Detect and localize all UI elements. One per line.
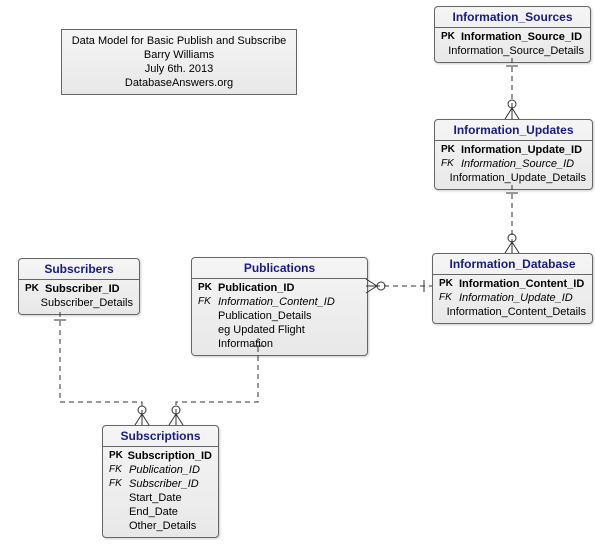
attribute-row: Information_Source_Details	[439, 44, 586, 58]
attribute-row: FKInformation_Source_ID	[439, 157, 588, 171]
info-line: Data Model for Basic Publish and Subscri…	[70, 34, 288, 48]
attribute-name: Subscription_ID	[128, 449, 212, 463]
attribute-key	[198, 323, 218, 351]
attribute-key	[441, 171, 450, 185]
attribute-key: PK	[109, 449, 128, 463]
attribute-name: Subscriber_ID	[129, 477, 212, 491]
attribute-key: PK	[439, 277, 459, 291]
attribute-key: PK	[198, 281, 218, 295]
entity-title: Publications	[192, 258, 367, 279]
attribute-row: Information_Content_Details	[437, 305, 588, 319]
attribute-name: Information_Source_ID	[461, 30, 584, 44]
entity-subscribers: Subscribers PKSubscriber_IDSubscriber_De…	[18, 258, 140, 315]
attribute-row: PKInformation_Update_ID	[439, 143, 588, 157]
attribute-key: FK	[198, 295, 218, 309]
attribute-key	[441, 44, 448, 58]
attribute-row: FKInformation_Update_ID	[437, 291, 588, 305]
entity-information-sources: Information_Sources PKInformation_Source…	[434, 6, 591, 63]
attribute-name: End_Date	[129, 505, 212, 519]
attribute-name: Information_Update_ID	[459, 291, 586, 305]
attribute-key	[109, 491, 129, 505]
attribute-key: FK	[441, 157, 461, 171]
entity-subscriptions: Subscriptions PKSubscription_IDFKPublica…	[102, 425, 219, 538]
attribute-row: FKPublication_ID	[107, 463, 214, 477]
attribute-key: PK	[441, 143, 461, 157]
attribute-name: Information_Content_ID	[459, 277, 586, 291]
attribute-row: PKInformation_Source_ID	[439, 30, 586, 44]
entity-body: PKSubscriber_IDSubscriber_Details	[19, 280, 139, 314]
attribute-key: FK	[439, 291, 459, 305]
attribute-row: Subscriber_Details	[23, 296, 135, 310]
attribute-row: Publication_Details	[196, 309, 363, 323]
entity-publications: Publications PKPublication_IDFKInformati…	[191, 257, 368, 356]
attribute-name: Information_Content_ID	[218, 295, 361, 309]
attribute-key: PK	[25, 282, 45, 296]
attribute-name: Other_Details	[129, 519, 212, 533]
attribute-key: FK	[109, 477, 129, 491]
attribute-key: PK	[441, 30, 461, 44]
attribute-row: PKSubscription_ID	[107, 449, 214, 463]
attribute-row: eg Updated Flight Information	[196, 323, 363, 351]
attribute-row: End_Date	[107, 505, 214, 519]
attribute-name: Subscriber_ID	[45, 282, 133, 296]
attribute-name: Subscriber_Details	[41, 296, 133, 310]
entity-body: PKInformation_Update_IDFKInformation_Sou…	[435, 141, 592, 189]
entity-body: PKInformation_Source_IDInformation_Sourc…	[435, 28, 590, 62]
attribute-name: eg Updated Flight Information	[218, 323, 361, 351]
attribute-key	[25, 296, 41, 310]
attribute-name: Start_Date	[129, 491, 212, 505]
entity-title: Subscribers	[19, 259, 139, 280]
attribute-name: Publication_Details	[218, 309, 361, 323]
attribute-row: Start_Date	[107, 491, 214, 505]
attribute-key	[439, 305, 447, 319]
attribute-row: PKPublication_ID	[196, 281, 363, 295]
entity-title: Information_Sources	[435, 7, 590, 28]
entity-body: PKSubscription_IDFKPublication_IDFKSubsc…	[103, 447, 218, 537]
attribute-row: FKSubscriber_ID	[107, 477, 214, 491]
attribute-name: Publication_ID	[218, 281, 361, 295]
attribute-name: Information_Source_ID	[461, 157, 586, 171]
entity-title: Information_Database	[433, 254, 592, 275]
attribute-row: PKInformation_Content_ID	[437, 277, 588, 291]
attribute-name: Information_Update_Details	[450, 171, 586, 185]
attribute-key	[198, 309, 218, 323]
attribute-row: PKSubscriber_ID	[23, 282, 135, 296]
attribute-name: Publication_ID	[129, 463, 212, 477]
attribute-name: Information_Content_Details	[447, 305, 586, 319]
attribute-row: Other_Details	[107, 519, 214, 533]
entity-information-database: Information_Database PKInformation_Conte…	[432, 253, 593, 324]
info-box: Data Model for Basic Publish and Subscri…	[61, 29, 297, 95]
attribute-row: FKInformation_Content_ID	[196, 295, 363, 309]
entity-information-updates: Information_Updates PKInformation_Update…	[434, 119, 593, 190]
info-line: Barry Williams	[70, 48, 288, 62]
attribute-key	[109, 519, 129, 533]
entity-body: PKPublication_IDFKInformation_Content_ID…	[192, 279, 367, 355]
attribute-name: Information_Source_Details	[448, 44, 584, 58]
info-line: DatabaseAnswers.org	[70, 76, 288, 90]
info-line: July 6th. 2013	[70, 62, 288, 76]
attribute-key	[109, 505, 129, 519]
entity-title: Subscriptions	[103, 426, 218, 447]
attribute-row: Information_Update_Details	[439, 171, 588, 185]
attribute-key: FK	[109, 463, 129, 477]
attribute-name: Information_Update_ID	[461, 143, 586, 157]
entity-body: PKInformation_Content_IDFKInformation_Up…	[433, 275, 592, 323]
entity-title: Information_Updates	[435, 120, 592, 141]
